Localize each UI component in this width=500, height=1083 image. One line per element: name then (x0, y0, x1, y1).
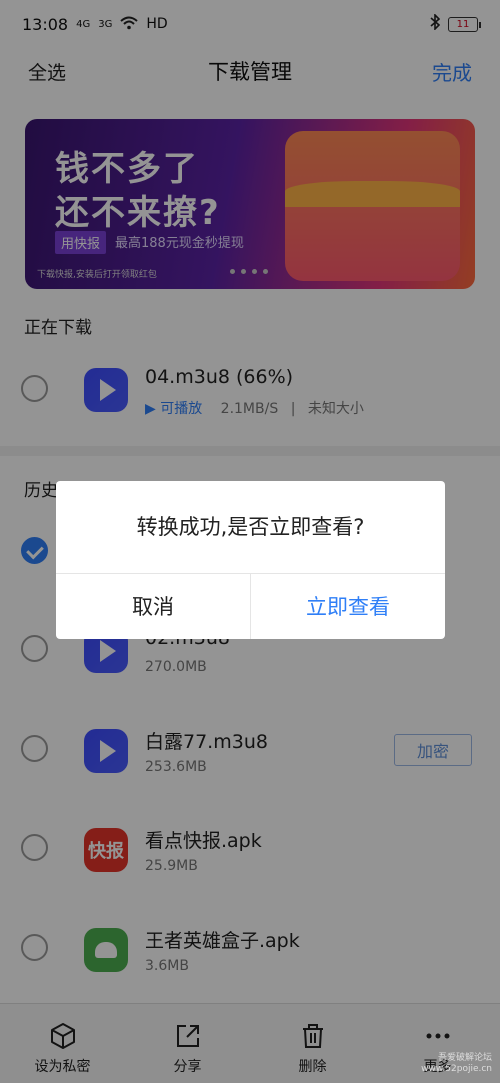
dialog-message: 转换成功,是否立即查看? (136, 515, 365, 539)
conversion-dialog: 转换成功,是否立即查看? 取消 立即查看 (56, 481, 445, 639)
forum-watermark: 吾爱破解论坛 www.52pojie.cn (421, 1053, 492, 1075)
view-now-button[interactable]: 立即查看 (251, 573, 445, 639)
watermark-line2: www.52pojie.cn (421, 1064, 492, 1074)
watermark-line1: 吾爱破解论坛 (437, 1053, 492, 1063)
cancel-button[interactable]: 取消 (56, 573, 250, 639)
